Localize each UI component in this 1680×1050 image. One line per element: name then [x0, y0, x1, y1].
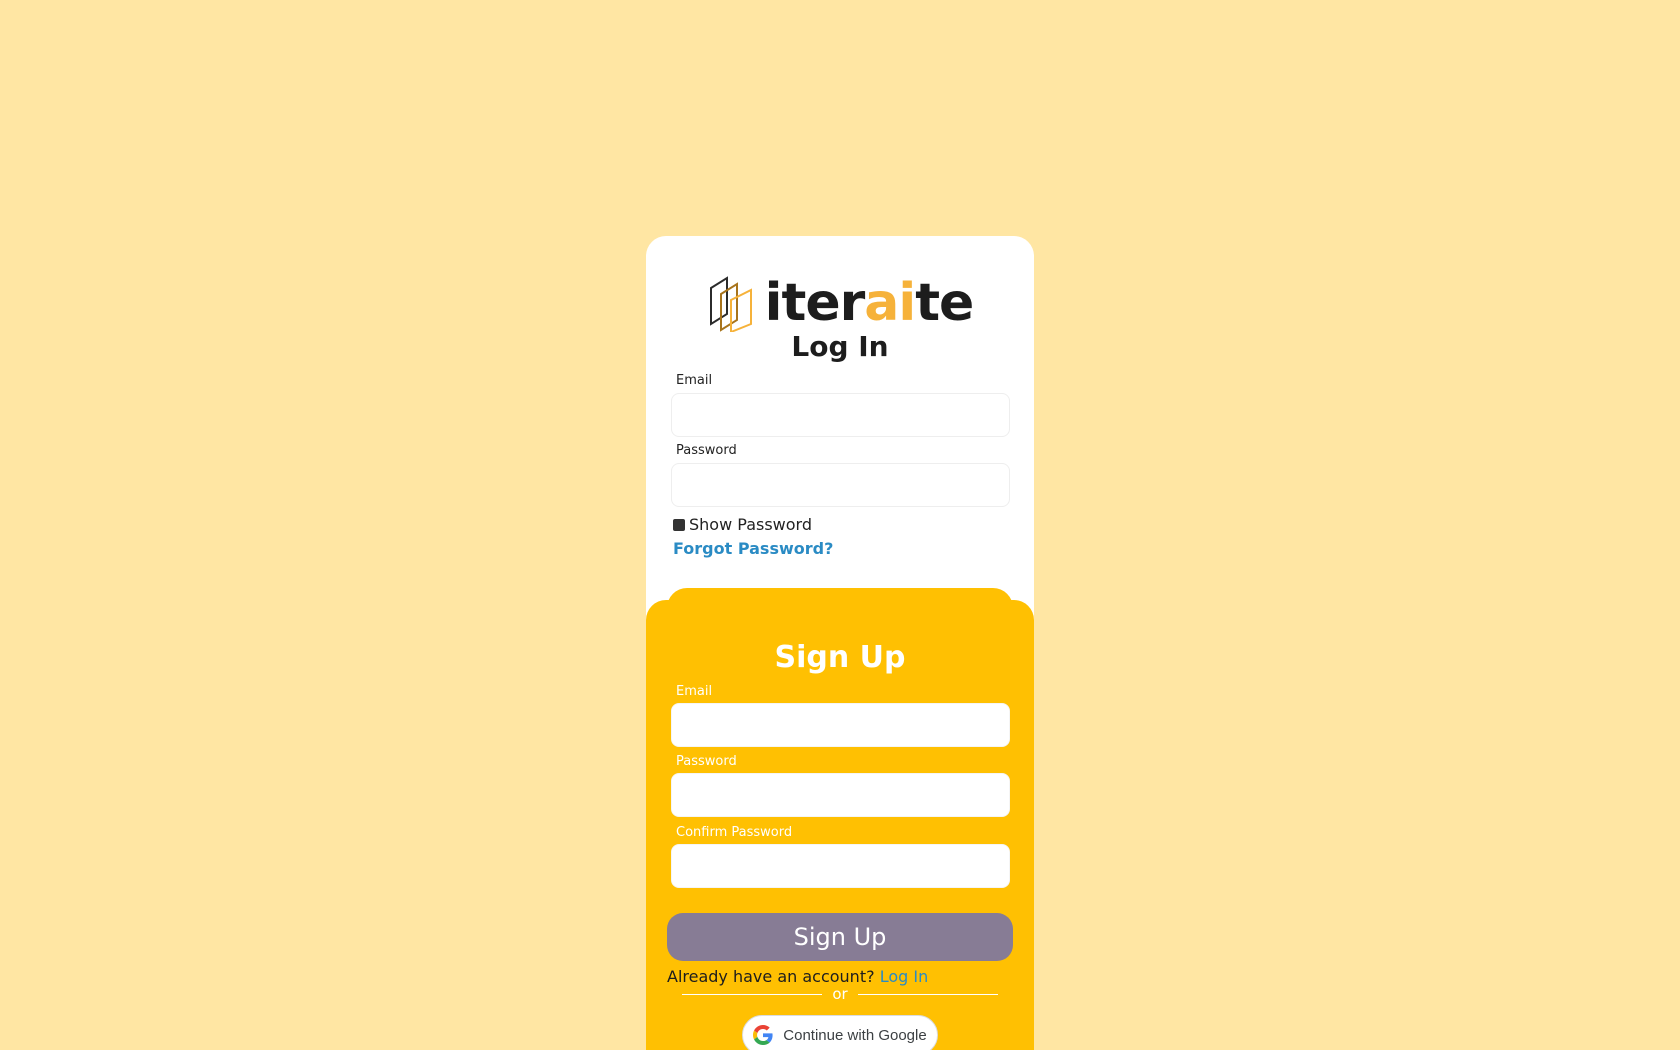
divider-line-right	[857, 993, 999, 995]
signup-confirm-input[interactable]	[671, 844, 1010, 888]
auth-card: iteraite Log In Email Password Show Pass…	[646, 236, 1034, 1050]
signup-password-input[interactable]	[671, 773, 1010, 817]
already-account-label: Already have an account?	[667, 967, 875, 986]
login-email-input[interactable]	[671, 393, 1010, 437]
login-password-input[interactable]	[671, 463, 1010, 507]
login-title: Log In	[791, 330, 889, 363]
brand-name: iteraite	[764, 273, 975, 333]
forgot-password-link[interactable]: Forgot Password?	[673, 539, 833, 558]
signup-confirm-label: Confirm Password	[676, 825, 793, 840]
divider-line-left	[682, 993, 823, 995]
checkbox-icon[interactable]	[673, 518, 685, 531]
already-account-text: Already have an account? Log In	[667, 967, 928, 986]
or-label: or	[832, 985, 848, 1003]
signup-email-input[interactable]	[671, 703, 1010, 747]
or-divider: or	[682, 985, 999, 1003]
signup-panel: Sign Up Email Password Confirm Password …	[646, 600, 1034, 1050]
google-icon	[753, 1025, 773, 1045]
google-signin-label: Continue with Google	[783, 1026, 927, 1044]
brand-logo: iteraite	[646, 274, 1034, 332]
signup-title: Sign Up	[774, 640, 906, 675]
signup-button[interactable]: Sign Up	[667, 913, 1013, 961]
login-password-label: Password	[676, 443, 737, 458]
signup-password-label: Password	[676, 754, 737, 769]
show-password-toggle[interactable]: Show Password	[673, 515, 812, 534]
show-password-label: Show Password	[689, 515, 812, 534]
login-email-label: Email	[676, 373, 713, 388]
login-link[interactable]: Log In	[880, 967, 929, 986]
google-signin-button[interactable]: Continue with Google	[742, 1015, 938, 1050]
iteraite-logo-icon	[709, 276, 752, 332]
signup-email-label: Email	[676, 684, 713, 699]
